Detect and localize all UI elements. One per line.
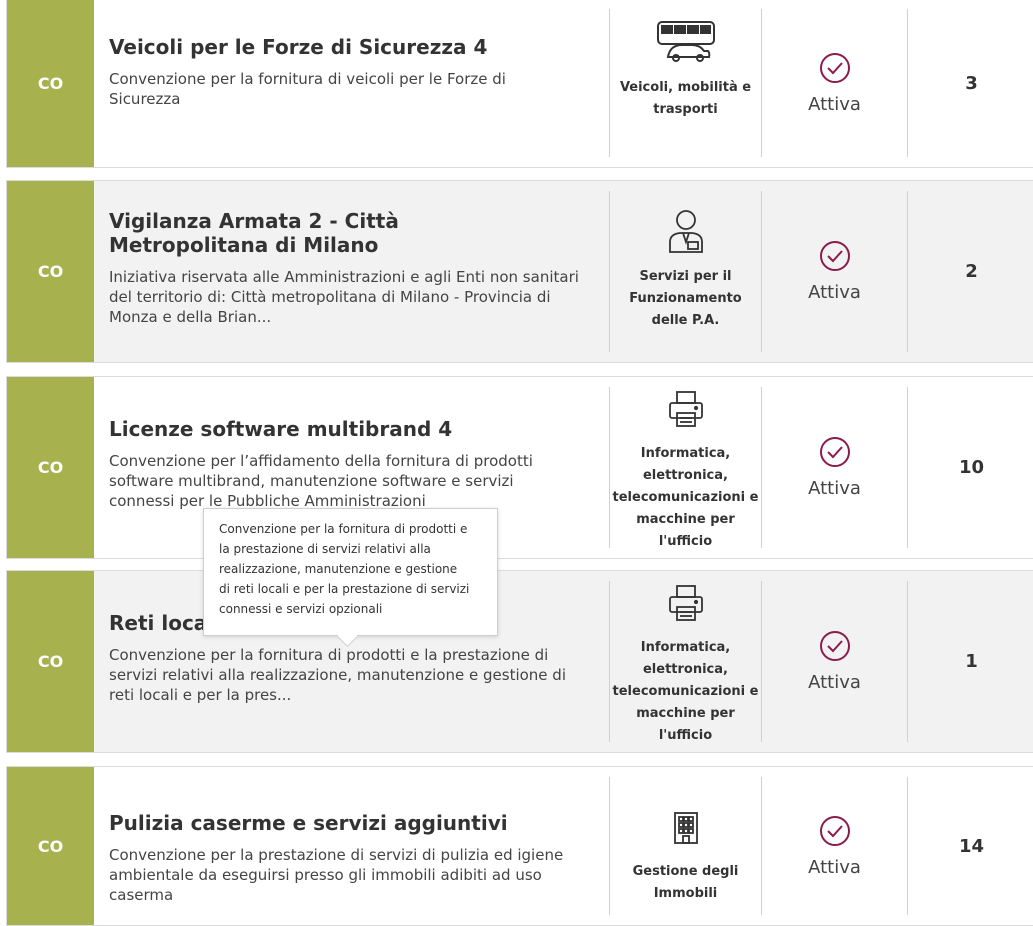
- tooltip-line: di reti locali e per la prestazione di s…: [219, 582, 470, 596]
- initiative-description: Convenzione per l’affidamento della forn…: [109, 452, 533, 510]
- category-line: macchine per: [636, 512, 735, 527]
- person-services-icon: [666, 208, 706, 258]
- status-label: Attiva: [808, 93, 861, 115]
- category-line: elettronica,: [642, 468, 728, 483]
- category-line: Immobili: [653, 886, 718, 901]
- category-line: Servizi per il: [639, 269, 732, 284]
- printer-icon: [666, 583, 706, 627]
- category-cell: Gestione degli Immobili: [610, 777, 762, 915]
- building-icon: [671, 811, 701, 849]
- category-line: Funzionamento: [629, 291, 742, 306]
- category-line: Gestione degli: [632, 864, 739, 879]
- item-count: 14: [958, 835, 985, 857]
- initiative-description: Iniziativa riservata alle Amministrazion…: [109, 268, 579, 326]
- initiative-title[interactable]: Licenze software multibrand 4: [109, 417, 609, 441]
- initiative-title[interactable]: Vigilanza Armata 2 - Città Metropolitana…: [109, 209, 549, 257]
- tooltip-line: Convenzione per la fornitura di prodotti…: [219, 522, 468, 536]
- tooltip-line: connessi e servizi opzionali: [219, 602, 383, 616]
- category-label: Servizi per il Funzionamento delle P.A.: [629, 266, 742, 332]
- status-label: Attiva: [808, 282, 861, 303]
- status-cell: Attiva: [762, 191, 908, 352]
- category-line: Veicoli, mobilità e: [619, 80, 752, 95]
- initiative-description: Convenzione per la fornitura di veicoli …: [109, 70, 506, 108]
- category-line: delle P.A.: [651, 313, 720, 328]
- category-line: elettronica,: [642, 662, 728, 677]
- initiative-main: Vigilanza Armata 2 - Città Metropolitana…: [94, 191, 610, 352]
- category-cell: Servizi per il Funzionamento delle P.A.: [610, 191, 762, 352]
- check-circle-icon: [819, 630, 851, 666]
- category-line: l'ufficio: [658, 534, 713, 549]
- category-cell: Informatica, elettronica, telecomunicazi…: [610, 581, 762, 743]
- tooltip-line: la prestazione di servizi relativi alla: [219, 542, 431, 556]
- status-cell: Attiva: [762, 777, 908, 915]
- printer-icon: [666, 389, 706, 433]
- status-cell: Attiva: [762, 9, 908, 157]
- category-line: telecomunicazioni e: [612, 684, 759, 699]
- check-circle-icon: [819, 240, 851, 276]
- item-count: 3: [965, 72, 978, 94]
- category-line: macchine per: [636, 706, 735, 721]
- initiative-card[interactable]: CO Pulizia caserme e servizi aggiuntivi …: [6, 766, 1033, 926]
- category-line: Informatica,: [640, 640, 731, 655]
- category-label: Informatica, elettronica, telecomunicazi…: [613, 443, 759, 553]
- item-count: 10: [958, 457, 985, 478]
- type-badge: CO: [7, 181, 94, 362]
- category-line: l'ufficio: [658, 728, 713, 743]
- type-badge: CO: [7, 0, 94, 167]
- initiative-card[interactable]: CO Veicoli per le Forze di Sicurezza 4 C…: [6, 0, 1033, 168]
- item-count: 2: [965, 261, 978, 282]
- status-label: Attiva: [808, 672, 861, 693]
- initiative-card[interactable]: CO Vigilanza Armata 2 - Città Metropolit…: [6, 180, 1033, 363]
- initiative-title[interactable]: Veicoli per le Forze di Sicurezza 4: [109, 35, 609, 59]
- check-circle-icon: [819, 436, 851, 472]
- type-badge: CO: [7, 571, 94, 752]
- type-badge: CO: [7, 767, 94, 925]
- description-tooltip: Convenzione per la fornitura di prodotti…: [203, 508, 498, 648]
- initiative-description: Convenzione per la fornitura di prodotti…: [109, 646, 566, 704]
- initiative-main: Pulizia caserme e servizi aggiuntivi Con…: [94, 777, 610, 915]
- status-cell: Attiva: [762, 387, 908, 548]
- category-line: Informatica,: [640, 446, 731, 461]
- check-circle-icon: [819, 815, 851, 851]
- initiative-title[interactable]: Pulizia caserme e servizi aggiuntivi: [109, 811, 609, 835]
- initiative-main: Veicoli per le Forze di Sicurezza 4 Conv…: [94, 9, 610, 157]
- initiative-card[interactable]: CO Licenze software multibrand 4 Convenz…: [6, 376, 1033, 559]
- status-label: Attiva: [808, 478, 861, 499]
- status-cell: Attiva: [762, 581, 908, 742]
- category-cell: Veicoli, mobilità e trasporti: [610, 9, 762, 157]
- item-count: 1: [965, 651, 978, 672]
- category-cell: Informatica, elettronica, telecomunicazi…: [610, 387, 762, 549]
- category-label: Veicoli, mobilità e trasporti: [620, 77, 751, 121]
- check-circle-icon: [819, 52, 851, 88]
- initiative-card[interactable]: CO Reti locali 7 Convenzione per la forn…: [6, 570, 1033, 753]
- category-line: telecomunicazioni e: [612, 490, 759, 505]
- category-line: trasporti: [653, 102, 718, 117]
- category-label: Gestione degli Immobili: [633, 861, 739, 905]
- status-label: Attiva: [808, 856, 861, 878]
- type-badge: CO: [7, 377, 94, 558]
- vehicles-icon: [654, 19, 718, 67]
- category-label: Informatica, elettronica, telecomunicazi…: [613, 637, 759, 747]
- tooltip-line: realizzazione, manutenzione e gestione: [219, 562, 458, 576]
- initiative-description: Convenzione per la prestazione di serviz…: [109, 846, 564, 904]
